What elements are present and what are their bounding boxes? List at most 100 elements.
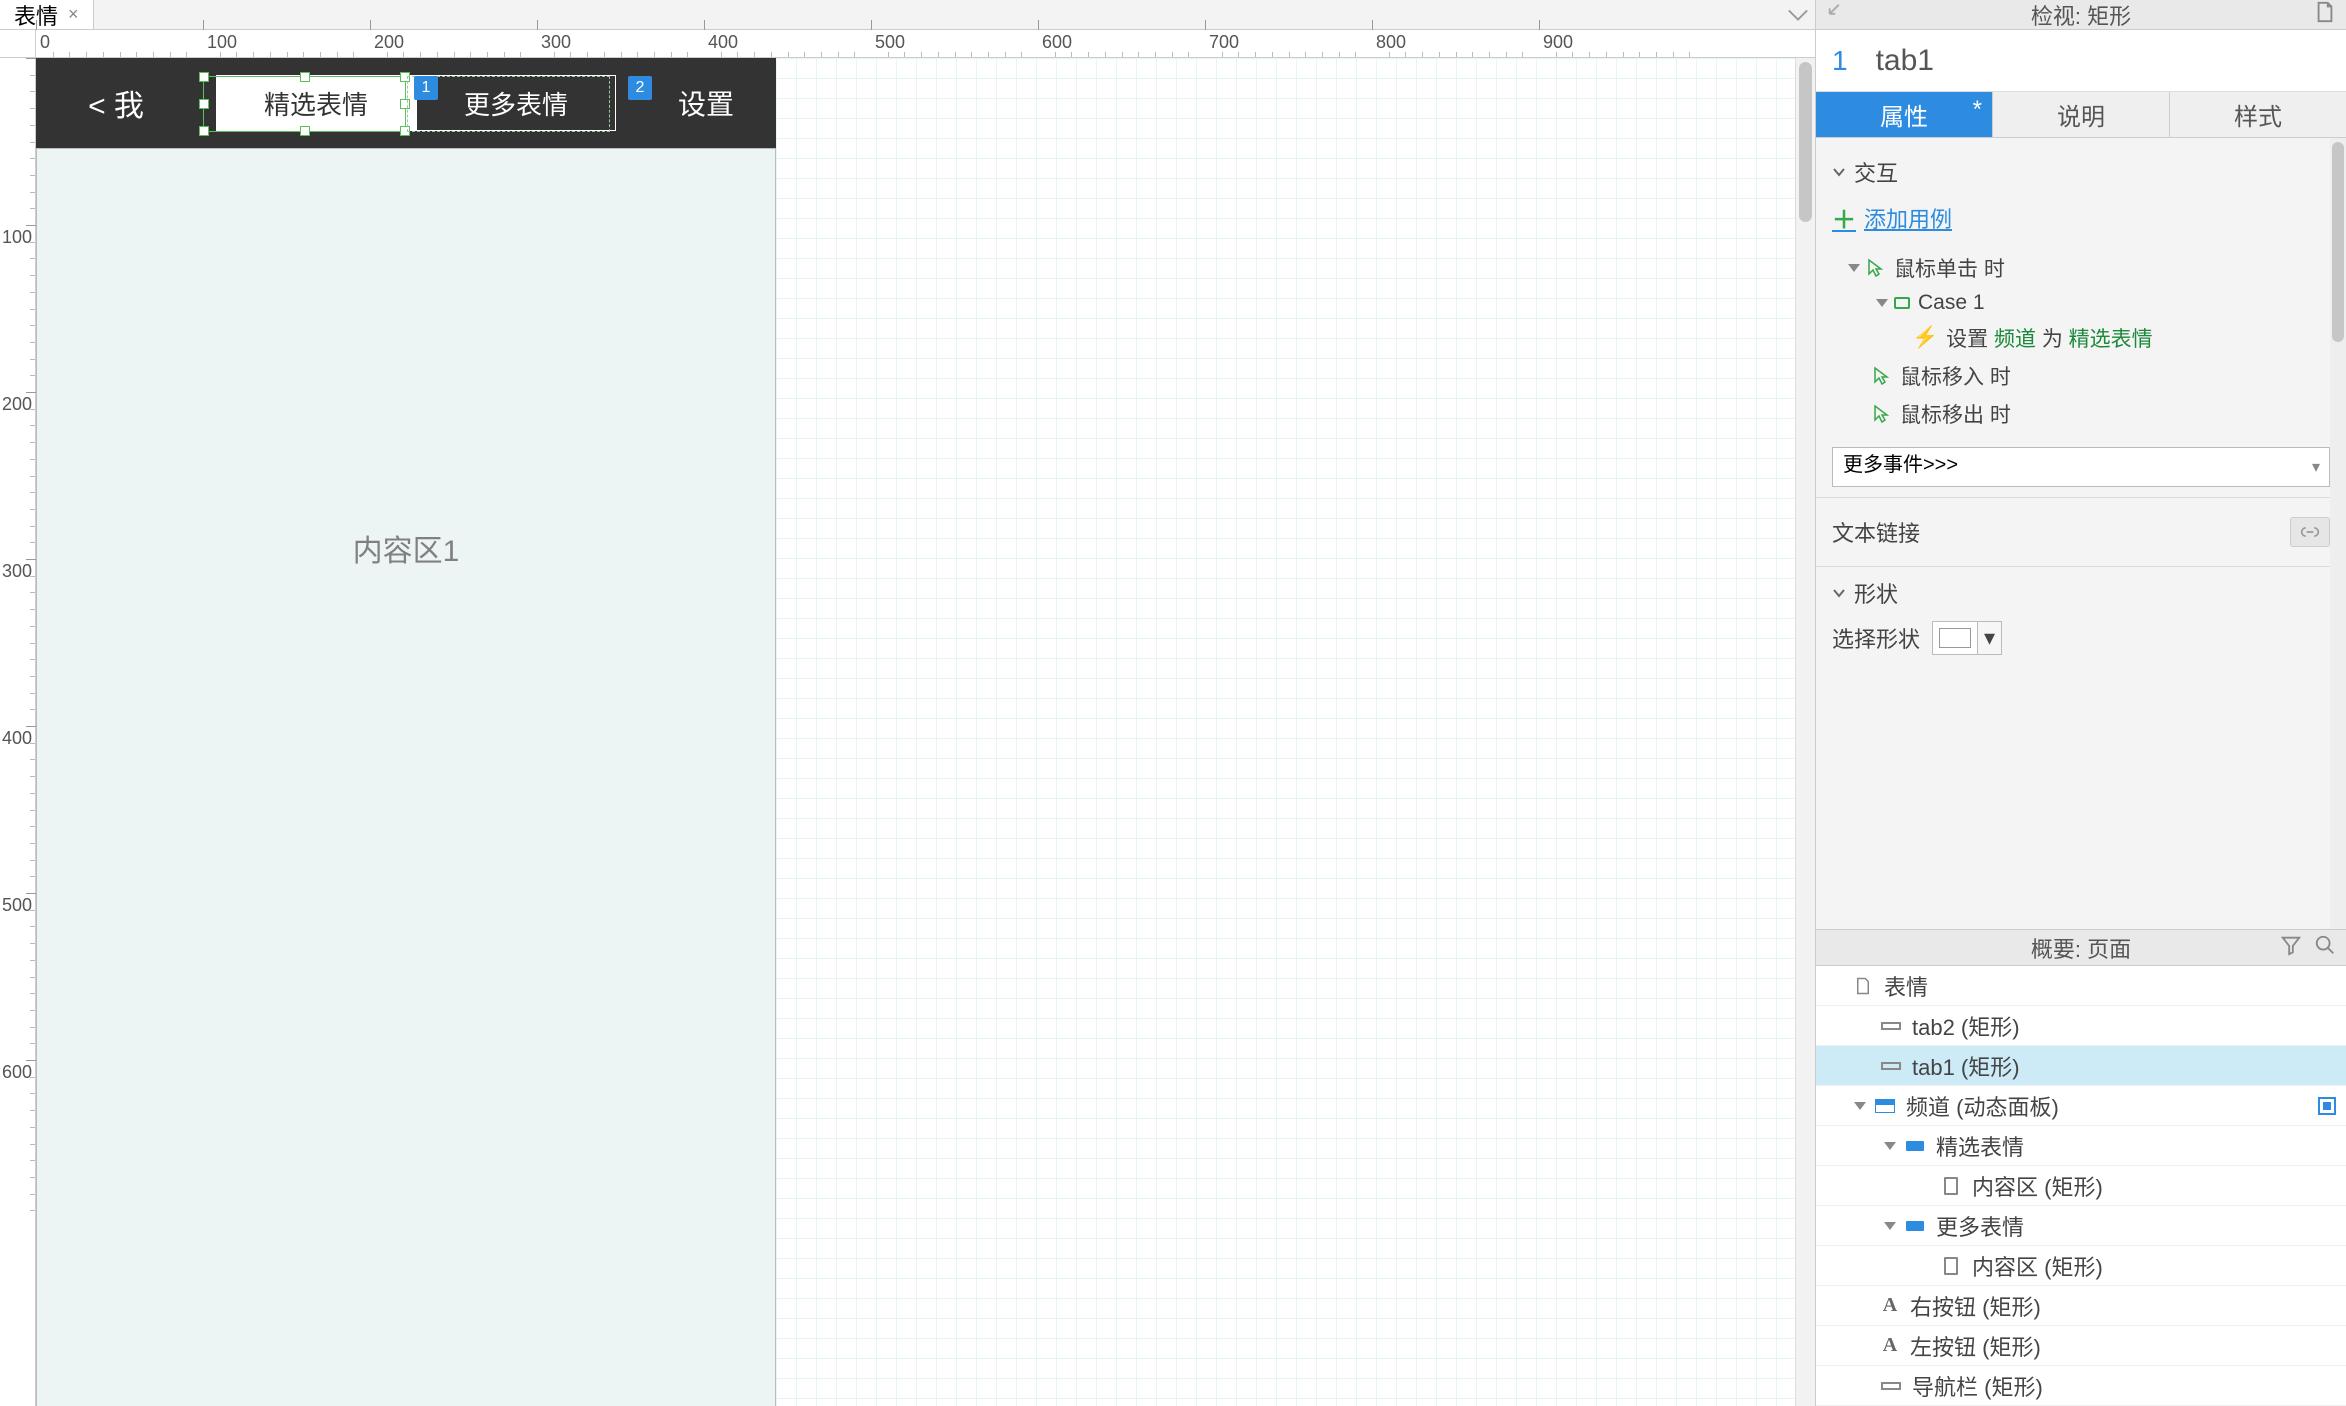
outline-content2[interactable]: 内容区 (矩形) <box>1816 1246 2346 1286</box>
scrollbar-thumb[interactable] <box>1799 62 1812 222</box>
section-shape-label: 形状 <box>1854 577 1898 609</box>
inspector-header: 检视: 矩形 <box>1816 0 2346 30</box>
link-button[interactable] <box>2290 517 2330 547</box>
footnote-badge-1[interactable]: 1 <box>414 76 438 100</box>
shape-swatch[interactable] <box>1932 621 1978 655</box>
event-mouseleave-label: 鼠标移出 时 <box>1900 399 2011 429</box>
outline-content1[interactable]: 内容区 (矩形) <box>1816 1166 2346 1206</box>
inspector-scrollbar[interactable] <box>2330 138 2346 929</box>
section-shape[interactable]: 形状 <box>1832 577 2330 609</box>
case-1-label: Case 1 <box>1918 291 1985 315</box>
action-set-panel[interactable]: ⚡ 设置 频道 为 精选表情 <box>1832 319 2330 357</box>
select-shape-row: 选择形状 ▾ <box>1832 621 2330 655</box>
tab-featured[interactable]: 精选表情 <box>216 75 416 131</box>
scrollbar-thumb[interactable] <box>2332 142 2344 342</box>
tab-style[interactable]: 样式 <box>2170 92 2346 137</box>
ruler-vertical[interactable]: 100200300400500600 <box>0 58 36 1406</box>
filter-icon[interactable] <box>2280 934 2302 962</box>
outline-tree: 表情 tab2 (矩形) tab1 (矩形) 频道 (动态面板) <box>1816 966 2346 1406</box>
action-text: 设置 频道 为 精选表情 <box>1946 323 2153 353</box>
dirty-indicator: * <box>1973 96 1982 124</box>
outline-tab1-label: tab1 (矩形) <box>1912 1050 2020 1082</box>
outline-tab1[interactable]: tab1 (矩形) <box>1816 1046 2346 1086</box>
section-interactions[interactable]: 交互 <box>1832 156 2330 188</box>
event-mouseenter[interactable]: 鼠标移入 时 <box>1832 357 2330 395</box>
divider <box>1816 566 2346 567</box>
footnote-badge-2[interactable]: 2 <box>628 76 652 100</box>
rect-icon <box>1880 1058 1902 1074</box>
settings-button[interactable]: 设置 <box>636 83 776 123</box>
panel-indicator-icon[interactable] <box>2318 1097 2336 1115</box>
rect-icon <box>1880 1378 1902 1394</box>
outline-content2-label: 内容区 (矩形) <box>1972 1250 2103 1282</box>
outline-panel-item[interactable]: 频道 (动态面板) <box>1816 1086 2346 1126</box>
text-link-row: 文本链接 <box>1832 508 2330 556</box>
text-icon: A <box>1880 1294 1900 1317</box>
more-events-label: 更多事件>>> <box>1832 447 2330 487</box>
inspector-title: 检视: 矩形 <box>2031 0 2131 31</box>
more-events-select[interactable]: 更多事件>>> ▾ <box>1832 447 2330 487</box>
add-case-link[interactable]: ＋ 添加用例 <box>1832 200 2330 235</box>
outline-tab2[interactable]: tab2 (矩形) <box>1816 1006 2346 1046</box>
outline-state1[interactable]: 精选表情 <box>1816 1126 2346 1166</box>
outline-page[interactable]: 表情 <box>1816 966 2346 1006</box>
outline-state1-label: 精选表情 <box>1936 1130 2024 1162</box>
cursor-icon <box>1872 404 1892 424</box>
content-area[interactable]: 内容区1 <box>36 148 776 1406</box>
bolt-icon: ⚡ <box>1912 326 1938 350</box>
inspector-tabs: 属性 * 说明 样式 <box>1816 92 2346 138</box>
tab-dropdown-icon[interactable] <box>1787 0 1809 29</box>
device-frame: < 我 精选表情 更多表情 设置 内容区1 <box>36 58 776 1406</box>
rect-icon <box>1940 1178 1962 1194</box>
ruler-corner <box>0 30 36 58</box>
content-label: 内容区1 <box>353 526 460 570</box>
outline-right-button[interactable]: A 右按钮 (矩形) <box>1816 1286 2346 1326</box>
rect-icon <box>1880 1018 1902 1034</box>
tab-properties[interactable]: 属性 * <box>1816 92 1993 137</box>
canvas[interactable]: < 我 精选表情 更多表情 设置 内容区1 <box>36 58 1815 1406</box>
cursor-icon <box>1872 366 1892 386</box>
shape-name-row[interactable]: 1 tab1 <box>1816 30 2346 92</box>
rect-icon <box>1940 1258 1962 1274</box>
text-icon: A <box>1880 1334 1900 1357</box>
event-onclick-label: 鼠标单击 时 <box>1894 253 2005 283</box>
expand-icon[interactable] <box>1876 299 1888 307</box>
ruler-horizontal[interactable]: 0100200300400500600700800900 <box>36 30 1815 58</box>
expand-icon[interactable] <box>1854 1102 1866 1110</box>
event-onclick[interactable]: 鼠标单击 时 <box>1832 249 2330 287</box>
outline-navbar[interactable]: 导航栏 (矩形) <box>1816 1366 2346 1406</box>
tab-more[interactable]: 更多表情 <box>416 75 616 131</box>
outline-navbar-label: 导航栏 (矩形) <box>1912 1370 2043 1402</box>
add-case-label: 添加用例 <box>1864 202 1952 234</box>
shape-dropdown[interactable]: ▾ <box>1978 621 2002 655</box>
case-icon <box>1894 297 1910 309</box>
event-mouseleave[interactable]: 鼠标移出 时 <box>1832 395 2330 433</box>
search-icon[interactable] <box>2314 934 2336 962</box>
close-icon[interactable]: × <box>68 4 79 25</box>
expand-icon[interactable] <box>1884 1142 1896 1150</box>
case-1[interactable]: Case 1 <box>1832 287 2330 319</box>
outline-right-button-label: 右按钮 (矩形) <box>1910 1290 2041 1322</box>
expand-icon[interactable] <box>1848 264 1860 272</box>
state-icon <box>1904 1218 1926 1234</box>
outline-title: 概要: 页面 <box>2031 932 2131 964</box>
nav-bar: < 我 精选表情 更多表情 设置 <box>36 58 776 148</box>
outline-state2[interactable]: 更多表情 <box>1816 1206 2346 1246</box>
canvas-scrollbar[interactable] <box>1795 58 1815 1406</box>
outline-left-button[interactable]: A 左按钮 (矩形) <box>1816 1326 2346 1366</box>
collapse-icon[interactable] <box>1826 1 1848 29</box>
event-mouseenter-label: 鼠标移入 时 <box>1900 361 2011 391</box>
tab-notes[interactable]: 说明 <box>1993 92 2170 137</box>
file-tab[interactable]: 表情 × <box>0 0 94 29</box>
expand-icon[interactable] <box>1884 1222 1896 1230</box>
tab-properties-label: 属性 <box>1880 97 1928 132</box>
back-button[interactable]: < 我 <box>36 81 196 125</box>
outline-panel-label: 频道 (动态面板) <box>1906 1090 2059 1122</box>
page-icon[interactable] <box>2314 1 2336 29</box>
divider <box>1816 497 2346 498</box>
editor-area: 表情 × 0100200300400500600700800900 100200… <box>0 0 1815 1406</box>
section-interactions-label: 交互 <box>1854 156 1898 188</box>
event-tree: 鼠标单击 时 Case 1 ⚡ 设置 频道 为 精选表情 <box>1832 249 2330 433</box>
shape-name-input[interactable]: tab1 <box>1876 44 1934 78</box>
select-shape-label: 选择形状 <box>1832 622 1920 654</box>
